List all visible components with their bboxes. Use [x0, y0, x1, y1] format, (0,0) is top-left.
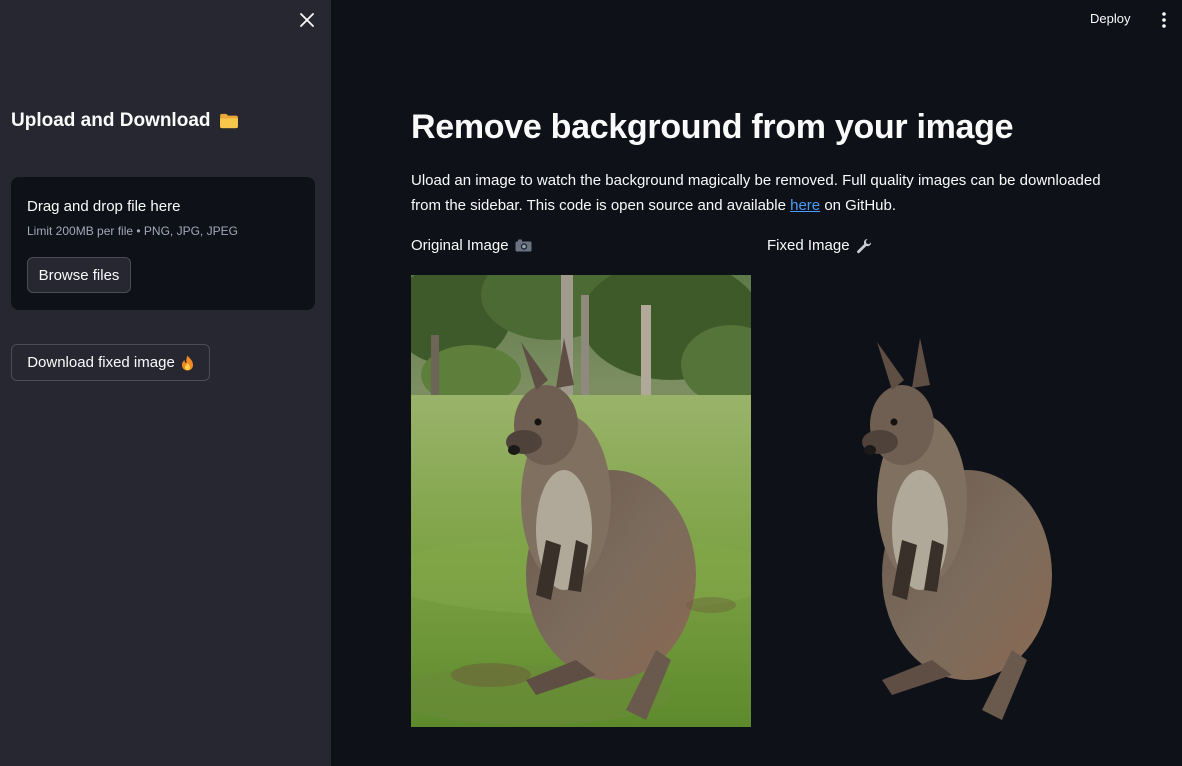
page-description: Uload an image to watch the background m… — [411, 168, 1131, 218]
download-fixed-image-button[interactable]: Download fixed image — [11, 344, 210, 381]
description-text: Uload an image to watch the background m… — [411, 172, 1101, 214]
wrench-icon — [856, 238, 871, 253]
folder-icon — [219, 113, 238, 129]
original-image-label-text: Original Image — [411, 237, 509, 254]
description-suffix: on GitHub. — [820, 197, 897, 214]
camera-icon — [515, 239, 532, 252]
original-image — [411, 275, 751, 727]
app-root: Upload and Download Drag and drop file h… — [0, 0, 1182, 766]
more-vertical-icon[interactable] — [1157, 10, 1171, 30]
fixed-image-label: Fixed Image — [767, 237, 872, 254]
uploader-limit-text: Limit 200MB per file • PNG, JPG, JPEG — [27, 224, 238, 238]
sidebar-heading: Upload and Download — [11, 110, 239, 132]
sidebar: Upload and Download Drag and drop file h… — [0, 0, 331, 766]
fixed-image — [767, 275, 1107, 727]
fire-icon — [181, 355, 193, 370]
download-button-label: Download fixed image — [27, 354, 175, 371]
sidebar-heading-text: Upload and Download — [11, 110, 211, 131]
close-icon — [300, 13, 314, 27]
browse-files-button[interactable]: Browse files — [27, 257, 131, 293]
uploader-title: Drag and drop file here — [27, 198, 181, 215]
fixed-image-label-text: Fixed Image — [767, 237, 850, 254]
close-sidebar-button[interactable] — [296, 9, 318, 31]
deploy-button[interactable]: Deploy — [1090, 11, 1130, 26]
github-link[interactable]: here — [790, 197, 820, 214]
original-image-label: Original Image — [411, 237, 532, 254]
page-title: Remove background from your image — [411, 108, 1014, 146]
file-uploader-dropzone[interactable]: Drag and drop file here Limit 200MB per … — [11, 177, 315, 310]
